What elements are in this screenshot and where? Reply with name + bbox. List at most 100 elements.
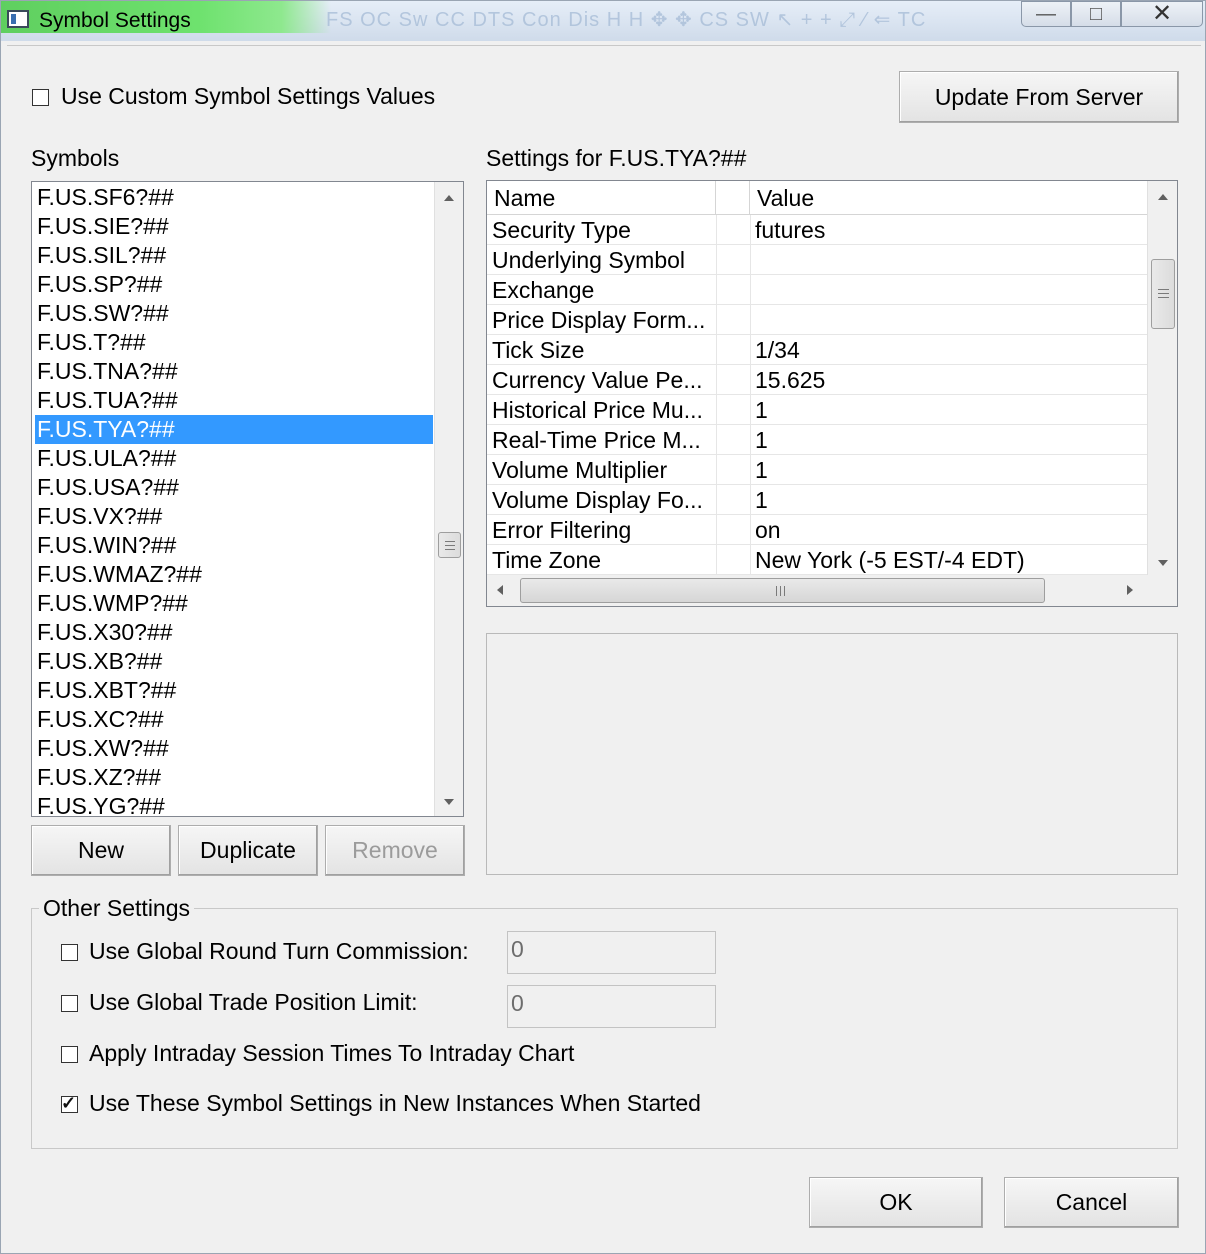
ok-button[interactable]: OK [809,1177,983,1228]
global-position-limit-checkbox[interactable] [61,995,78,1012]
setting-value-cell[interactable] [755,245,1145,275]
scroll-down-arrow-icon[interactable] [444,799,454,805]
setting-description-box [486,633,1178,875]
other-settings-title: Other Settings [39,895,195,922]
setting-value-cell[interactable]: 1 [755,425,1145,455]
cell-divider [716,365,717,395]
cell-divider [716,545,717,575]
symbol-list-item[interactable]: F.US.XC?## [35,705,433,734]
settings-row[interactable]: Historical Price Mu... 1 [487,395,1147,425]
grid-scroll-left-arrow-icon[interactable] [497,585,503,595]
settings-row[interactable]: Error Filtering on [487,515,1147,545]
setting-value-cell[interactable]: futures [755,215,1145,245]
settings-row[interactable]: Real-Time Price M... 1 [487,425,1147,455]
new-instances-checkbox[interactable]: ✓ [61,1093,78,1113]
settings-row[interactable]: Volume Multiplier 1 [487,455,1147,485]
symbol-list-item[interactable]: F.US.USA?## [35,473,433,502]
new-button[interactable]: New [31,825,171,876]
symbol-list-item[interactable]: F.US.ULA?## [35,444,433,473]
setting-value-cell[interactable] [755,305,1145,335]
title-bar[interactable]: FS OC Sw CC DTS Con Dis H H ✥ ✥ CS SW ↖ … [1,1,1205,41]
setting-name-cell: Tick Size [492,337,585,363]
setting-value-cell[interactable]: 1 [755,395,1145,425]
global-commission-input[interactable]: 0 [507,931,716,974]
settings-row[interactable]: Volume Display Fo... 1 [487,485,1147,515]
symbol-list-item[interactable]: F.US.T?## [35,328,433,357]
setting-value-cell[interactable]: on [755,515,1145,545]
intraday-session-label: Apply Intraday Session Times To Intraday… [89,1040,575,1066]
symbol-list-item[interactable]: F.US.WMAZ?## [35,560,433,589]
symbol-list-item[interactable]: F.US.SIL?## [35,241,433,270]
symbols-scroll-thumb[interactable] [438,532,461,558]
duplicate-button[interactable]: Duplicate [178,825,318,876]
global-position-limit-input[interactable]: 0 [507,985,716,1028]
column-header-name[interactable]: Name [487,181,716,214]
cell-divider [716,335,717,365]
intraday-session-checkbox[interactable] [61,1046,78,1063]
custom-settings-checkbox[interactable] [32,89,49,106]
close-button[interactable]: ✕ [1121,1,1203,27]
settings-row[interactable]: Underlying Symbol [487,245,1147,275]
symbols-scrollbar[interactable] [434,182,463,816]
settings-hscroll-thumb[interactable] [520,578,1045,603]
symbol-list-item[interactable]: F.US.XW?## [35,734,433,763]
setting-name-cell: Error Filtering [492,517,632,543]
grid-scroll-right-arrow-icon[interactable] [1127,585,1133,595]
grid-scroll-up-arrow-icon[interactable] [1158,194,1168,200]
cell-divider [750,545,751,575]
cancel-button[interactable]: Cancel [1004,1177,1179,1228]
symbol-list-item[interactable]: F.US.SW?## [35,299,433,328]
setting-value-cell[interactable] [755,275,1145,305]
setting-value-cell[interactable]: New York (-5 EST/-4 EDT) [755,545,1145,575]
symbols-list[interactable]: F.US.SF6?## F.US.SIE?## F.US.SIL?## F.US.SP… [31,181,464,817]
cell-divider [750,485,751,515]
cell-divider [716,215,717,245]
settings-row[interactable]: Tick Size 1/34 [487,335,1147,365]
symbol-list-item[interactable]: F.US.TNA?## [35,357,433,386]
minimize-button[interactable]: — [1021,1,1071,27]
symbol-list-item[interactable]: F.US.SP?## [35,270,433,299]
setting-name-cell: Currency Value Pe... [492,367,703,393]
symbol-list-item[interactable]: F.US.TYA?## [35,415,433,444]
new-instances-check-mark: ✓ [61,1093,77,1113]
symbol-list-item[interactable]: F.US.TUA?## [35,386,433,415]
maximize-button[interactable]: □ [1071,1,1121,27]
setting-name-cell: Exchange [492,277,595,303]
scroll-corner [1147,575,1177,606]
settings-row[interactable]: Exchange [487,275,1147,305]
symbol-list-item[interactable]: F.US.X30?## [35,618,433,647]
remove-button[interactable]: Remove [325,825,465,876]
setting-value-cell[interactable]: 1/34 [755,335,1145,365]
settings-vertical-scrollbar[interactable] [1147,181,1177,575]
settings-row[interactable]: Time Zone New York (-5 EST/-4 EDT) [487,545,1147,575]
symbol-list-item[interactable]: F.US.XZ?## [35,763,433,792]
setting-value-cell[interactable]: 1 [755,485,1145,515]
symbol-list-item[interactable]: F.US.VX?## [35,502,433,531]
cell-divider [750,275,751,305]
symbol-list-item[interactable]: F.US.SF6?## [35,183,433,212]
scroll-up-arrow-icon[interactable] [444,195,454,201]
update-from-server-button[interactable]: Update From Server [899,71,1179,123]
symbol-list-item[interactable]: F.US.SIE?## [35,212,433,241]
settings-horizontal-scrollbar[interactable] [487,575,1147,606]
settings-row[interactable]: Security Type futures [487,215,1147,245]
cell-divider [750,335,751,365]
symbol-list-item[interactable]: F.US.XBT?## [35,676,433,705]
settings-row[interactable]: Currency Value Pe... 15.625 [487,365,1147,395]
setting-value-cell[interactable]: 1 [755,455,1145,485]
symbol-list-item[interactable]: F.US.YG?## [35,792,433,816]
settings-row[interactable]: Price Display Form... [487,305,1147,335]
global-commission-checkbox[interactable] [61,944,78,961]
symbol-list-item[interactable]: F.US.WIN?## [35,531,433,560]
settings-grid-header: Name Value [487,181,1147,215]
grid-scroll-down-arrow-icon[interactable] [1158,560,1168,566]
symbol-list-item[interactable]: F.US.XB?## [35,647,433,676]
settings-grid[interactable]: Name Value Security Type futures Underlyin… [486,180,1178,607]
background-toolbar-text: FS OC Sw CC DTS Con Dis H H ✥ ✥ CS SW ↖ … [326,9,927,31]
cell-divider [750,305,751,335]
symbol-list-item[interactable]: F.US.WMP?## [35,589,433,618]
setting-name-cell: Real-Time Price M... [492,427,701,453]
setting-value-cell[interactable]: 15.625 [755,365,1145,395]
column-header-value[interactable]: Value [750,181,1147,214]
settings-vscroll-thumb[interactable] [1151,259,1175,329]
